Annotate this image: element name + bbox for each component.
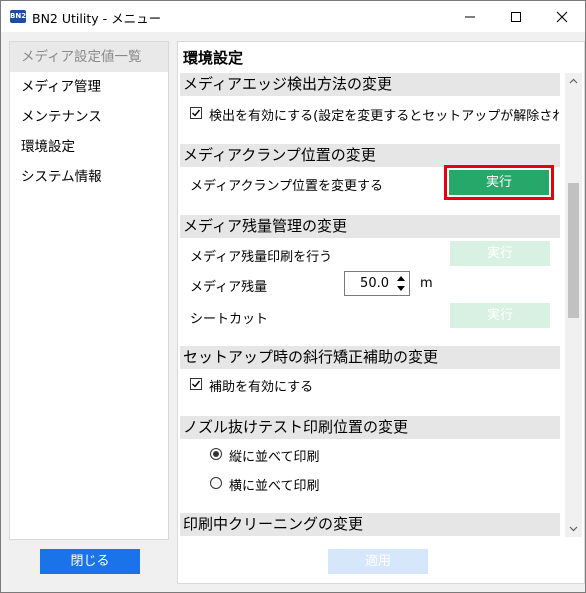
clamp-execute-button[interactable]: 実行	[449, 170, 549, 195]
close-window-button[interactable]	[539, 1, 585, 32]
edge-detect-checkbox-label: 検出を有効にする(設定を変更するとセットアップが解除され	[209, 109, 559, 124]
remaining-amount-unit: m	[420, 276, 433, 291]
stepper-arrows-icon	[397, 276, 405, 291]
vertical-scrollbar[interactable]	[565, 73, 582, 537]
scrollbar-thumb[interactable]	[568, 183, 579, 318]
scroll-down-arrow[interactable]	[565, 520, 582, 537]
sheet-cut-execute-button[interactable]: 実行	[450, 303, 550, 328]
sidebar-item-media-management[interactable]: メディア管理	[10, 72, 168, 102]
skew-assist-checkbox[interactable]	[190, 378, 202, 390]
maximize-button[interactable]	[493, 1, 539, 32]
remaining-print-execute-button[interactable]: 実行	[450, 241, 550, 266]
close-icon	[556, 11, 568, 23]
sidebar-item-environment-settings[interactable]: 環境設定	[10, 132, 168, 162]
clamp-row-label: メディアクランプ位置を変更する	[190, 179, 384, 194]
sidebar-item-media-settings-list[interactable]: メディア設定値一覧	[10, 42, 168, 72]
app-logo-icon: BN2	[10, 10, 26, 23]
section-header-remaining: メディア残量管理の変更	[180, 215, 560, 238]
chevron-down-icon	[569, 526, 578, 532]
checkmark-icon	[192, 109, 201, 117]
section-header-nozzle: ノズル抜けテスト印刷位置の変更	[180, 416, 560, 439]
window-title: BN2 Utility - メニュー	[32, 11, 162, 26]
remaining-amount-value: 50.0	[360, 276, 389, 291]
apply-button[interactable]: 適用	[328, 549, 428, 574]
settings-scroll-area[interactable]: メディアエッジ検出方法の変更 検出を有効にする(設定を変更するとセットアップが解…	[180, 73, 560, 537]
sidebar-item-maintenance[interactable]: メンテナンス	[10, 102, 168, 132]
minimize-icon	[465, 16, 475, 18]
remaining-amount-stepper[interactable]: 50.0	[344, 271, 410, 296]
chevron-up-icon	[569, 78, 578, 84]
nozzle-vertical-radio[interactable]	[210, 448, 222, 460]
skew-assist-checkbox-label: 補助を有効にする	[209, 380, 314, 395]
main-panel: 環境設定 メディアエッジ検出方法の変更 検出を有効にする(設定を変更するとセット…	[177, 41, 585, 584]
sidebar-menu: メディア設定値一覧 メディア管理 メンテナンス 環境設定 システム情報	[9, 41, 169, 540]
sheet-cut-label: シートカット	[190, 312, 269, 327]
nozzle-horizontal-label: 横に並べて印刷	[229, 479, 320, 494]
maximize-icon	[511, 12, 521, 22]
nozzle-horizontal-radio[interactable]	[210, 477, 222, 489]
nozzle-vertical-label: 縦に並べて印刷	[229, 450, 320, 465]
page-title: 環境設定	[183, 49, 244, 67]
scroll-up-arrow[interactable]	[565, 73, 582, 90]
section-header-edge-detect: メディアエッジ検出方法の変更	[180, 73, 560, 96]
stepper-arrows	[393, 272, 409, 295]
edge-detect-checkbox[interactable]	[190, 107, 202, 119]
remaining-amount-label: メディア残量	[190, 280, 268, 295]
section-header-skew: セットアップ時の斜行矯正補助の変更	[180, 346, 560, 369]
checkmark-icon	[192, 380, 201, 388]
section-header-clamp: メディアクランプ位置の変更	[180, 144, 560, 167]
close-button[interactable]: 閉じる	[40, 549, 140, 574]
sidebar-item-system-info[interactable]: システム情報	[10, 162, 168, 192]
title-bar: BN2 BN2 Utility - メニュー	[1, 1, 585, 32]
section-header-cleaning: 印刷中クリーニングの変更	[180, 513, 560, 536]
minimize-button[interactable]	[447, 1, 493, 32]
app-window: BN2 BN2 Utility - メニュー メディア設定値一覧 メディア管理 …	[0, 0, 586, 593]
remaining-print-label: メディア残量印刷を行う	[190, 250, 333, 265]
